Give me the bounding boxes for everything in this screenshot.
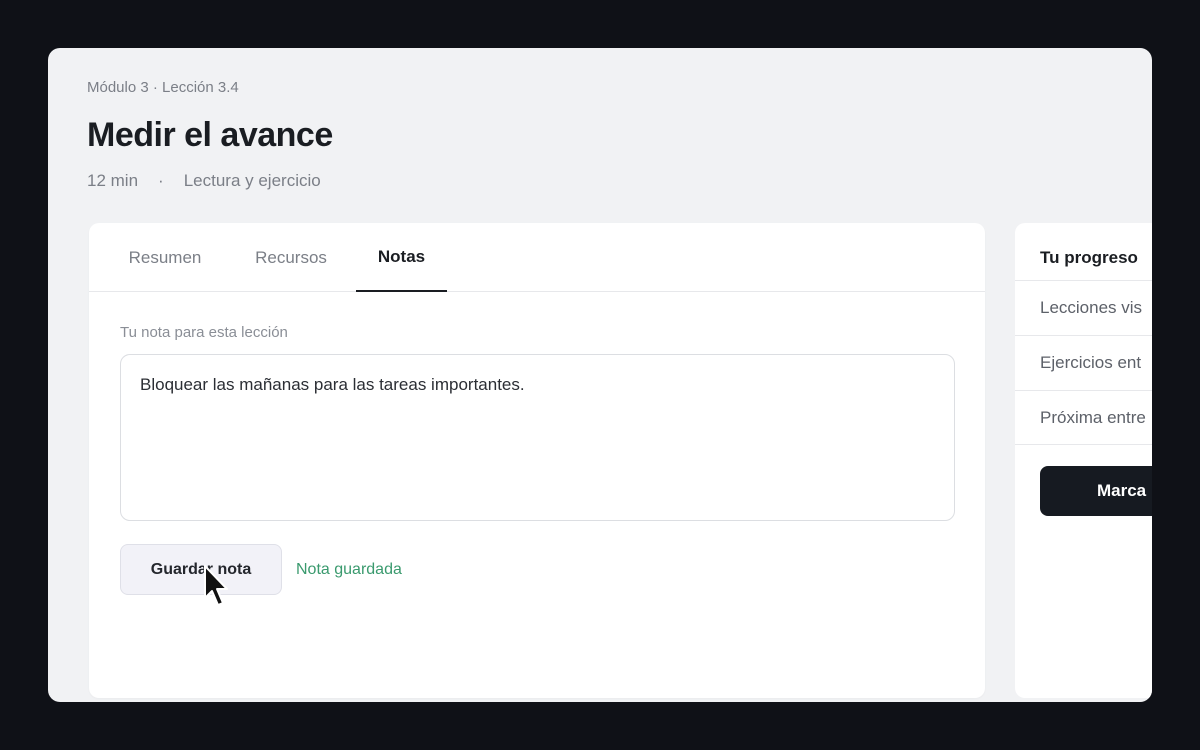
lesson-window: Módulo 3 · Lección 3.4 Medir el avance 1… (48, 48, 1152, 702)
lesson-type: Lectura y ejercicio (183, 171, 321, 190)
tab-bar: Resumen Recursos Notas (89, 223, 985, 292)
page-title: Medir el avance (87, 116, 333, 154)
progress-card: Tu progreso Lecciones vis Ejercicios ent… (1015, 223, 1152, 698)
meta-separator: · (158, 171, 164, 190)
progress-title: Tu progreso (1040, 248, 1138, 267)
save-note-button[interactable]: Guardar nota (120, 544, 282, 595)
notes-card: Resumen Recursos Notas Tu nota para esta… (89, 223, 985, 698)
save-status: Nota guardada (296, 561, 402, 578)
note-label: Tu nota para esta lección (120, 324, 288, 341)
progress-row-lessons: Lecciones vis (1015, 280, 1152, 335)
tab-resumen[interactable]: Resumen (124, 223, 206, 292)
progress-row-exercises: Ejercicios ent (1015, 335, 1152, 390)
tab-recursos[interactable]: Recursos (249, 223, 333, 292)
tab-notas[interactable]: Notas (356, 223, 447, 292)
lesson-duration: 12 min (87, 171, 139, 190)
mark-complete-button[interactable]: Marca (1040, 466, 1152, 516)
lesson-meta: 12 min · Lectura y ejercicio (87, 171, 321, 191)
progress-row-next: Próxima entre (1015, 390, 1152, 445)
breadcrumb: Módulo 3 · Lección 3.4 (87, 79, 239, 96)
note-textarea[interactable] (120, 354, 955, 521)
